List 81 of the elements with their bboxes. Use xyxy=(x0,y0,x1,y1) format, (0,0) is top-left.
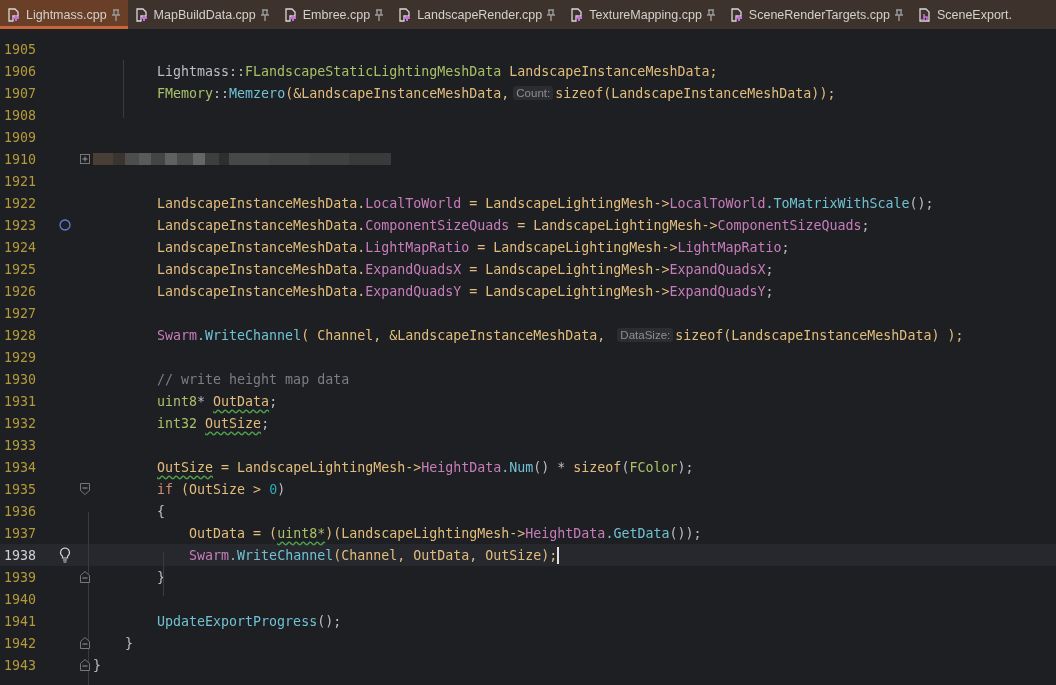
code-text: LandscapeInstanceMeshData.LightMapRatio = LandscapeLightingMesh->LightMapRatio; xyxy=(157,239,790,255)
code-text: sizeof(LandscapeInstanceMeshData)); xyxy=(555,85,836,101)
parameter-hint: Count: xyxy=(513,86,554,100)
code-text: int32 OutSize; xyxy=(157,415,270,431)
code-text: LandscapeInstanceMeshData.ExpandQuadsX = LandscapeLightingMesh->ExpandQuadsX; xyxy=(157,261,774,277)
pin-icon[interactable] xyxy=(375,8,384,21)
cpp-file-icon xyxy=(7,7,21,22)
code-text: } xyxy=(93,657,101,673)
cpp-file-icon xyxy=(134,7,149,22)
line-number: 1921 xyxy=(3,173,38,189)
circle-icon[interactable] xyxy=(59,219,71,231)
pin-icon[interactable] xyxy=(111,8,120,21)
pin-icon[interactable] xyxy=(547,8,556,21)
line-number: 1941 xyxy=(3,613,38,629)
pin-icon[interactable] xyxy=(706,8,715,21)
text-cursor xyxy=(557,546,559,564)
code-text: OutData = (uint8*)(LandscapeLightingMesh->HeightData.GetData()); xyxy=(189,525,702,541)
code-text: if (OutSize > 0) xyxy=(157,481,286,497)
line-number: 1927 xyxy=(3,305,38,321)
line-number: 1928 xyxy=(3,327,38,343)
line-number: 1926 xyxy=(3,283,38,299)
collapse-icon[interactable] xyxy=(80,483,90,495)
code-text: LandscapeInstanceMeshData.ExpandQuadsY = LandscapeLightingMesh->ExpandQuadsY; xyxy=(157,283,774,299)
line-number: 1939 xyxy=(3,569,38,585)
code-text: uint8* OutData; xyxy=(157,393,278,409)
file-tab[interactable]: Embree.cpp xyxy=(276,0,392,29)
parameter-hint: DataSize: xyxy=(617,328,674,342)
file-tab[interactable]: TextureMapping.cpp xyxy=(563,0,723,29)
line-number: 1931 xyxy=(3,393,38,409)
code-text: Swarm.WriteChannel( Channel, &LandscapeInstanceMeshData, xyxy=(157,327,607,343)
line-number: 1934 xyxy=(3,459,38,475)
line-number: 1940 xyxy=(3,591,38,607)
collapse-icon[interactable] xyxy=(80,659,90,671)
code-text: LandscapeInstanceMeshData.ComponentSizeQuads = LandscapeLightingMesh->ComponentSizeQuads; xyxy=(157,217,870,233)
lightbulb-icon[interactable] xyxy=(59,547,71,563)
file-tab[interactable]: Lightmass.cpp xyxy=(0,0,128,29)
pin-icon[interactable] xyxy=(260,8,269,21)
cpp-file-icon xyxy=(398,7,413,22)
line-number: 1922 xyxy=(3,195,38,211)
file-tab[interactable]: SceneRenderTargets.cpp xyxy=(722,0,911,29)
code-text: Swarm.WriteChannel(Channel, OutData, OutSize); xyxy=(189,547,558,563)
expand-icon[interactable] xyxy=(80,154,90,164)
line-number: 1907 xyxy=(3,85,38,101)
cpp-file-icon xyxy=(283,7,298,22)
file-tab[interactable]: SceneExport. xyxy=(910,0,1020,29)
header-file-icon xyxy=(917,7,932,22)
collapse-icon[interactable] xyxy=(80,637,90,649)
file-tab[interactable]: LandscapeRender.cpp xyxy=(391,0,564,29)
code-text: // write height map data xyxy=(157,371,350,387)
code-text: LandscapeInstanceMeshData.LocalToWorld = LandscapeLightingMesh->LocalToWorld.ToMatrixWithScale(); xyxy=(157,195,934,211)
line-number: 1937 xyxy=(3,525,38,541)
code-text: } xyxy=(125,635,134,651)
line-number: 1930 xyxy=(3,371,38,387)
line-number: 1910 xyxy=(3,151,38,167)
cpp-file-icon xyxy=(729,7,744,22)
code-text: OutSize = LandscapeLightingMesh->HeightData.Num() * sizeof(FColor); xyxy=(157,459,694,475)
collapse-icon[interactable] xyxy=(80,571,90,583)
line-number: 1925 xyxy=(3,261,38,277)
pin-icon[interactable] xyxy=(894,8,903,21)
line-number: 1933 xyxy=(3,437,38,453)
code-text: UpdateExportProgress(); xyxy=(157,613,342,629)
code-text: sizeof(LandscapeInstanceMeshData) ); xyxy=(675,327,964,343)
line-number: 1906 xyxy=(3,63,38,79)
line-number: 1909 xyxy=(3,129,38,145)
line-number: 1938 xyxy=(3,547,38,563)
line-number: 1935 xyxy=(3,481,38,497)
line-number: 1905 xyxy=(3,41,38,57)
line-number: 1924 xyxy=(3,239,38,255)
code-text: FMemory::Memzero(&LandscapeInstanceMeshData, xyxy=(157,85,510,101)
line-number: 1908 xyxy=(3,107,38,123)
line-number: 1923 xyxy=(3,217,38,233)
code-text: { xyxy=(157,503,166,519)
code-text: Lightmass::FLandscapeStaticLightingMeshData LandscapeInstanceMeshData; xyxy=(157,63,718,79)
line-number: 1929 xyxy=(3,349,38,365)
line-number: 1932 xyxy=(3,415,38,431)
line-number: 1936 xyxy=(3,503,38,519)
file-tab[interactable]: MapBuildData.cpp xyxy=(127,0,277,29)
code-text: } xyxy=(157,569,166,585)
line-number: 1943 xyxy=(3,657,38,673)
line-number: 1942 xyxy=(3,635,38,651)
cpp-file-icon xyxy=(570,7,585,22)
